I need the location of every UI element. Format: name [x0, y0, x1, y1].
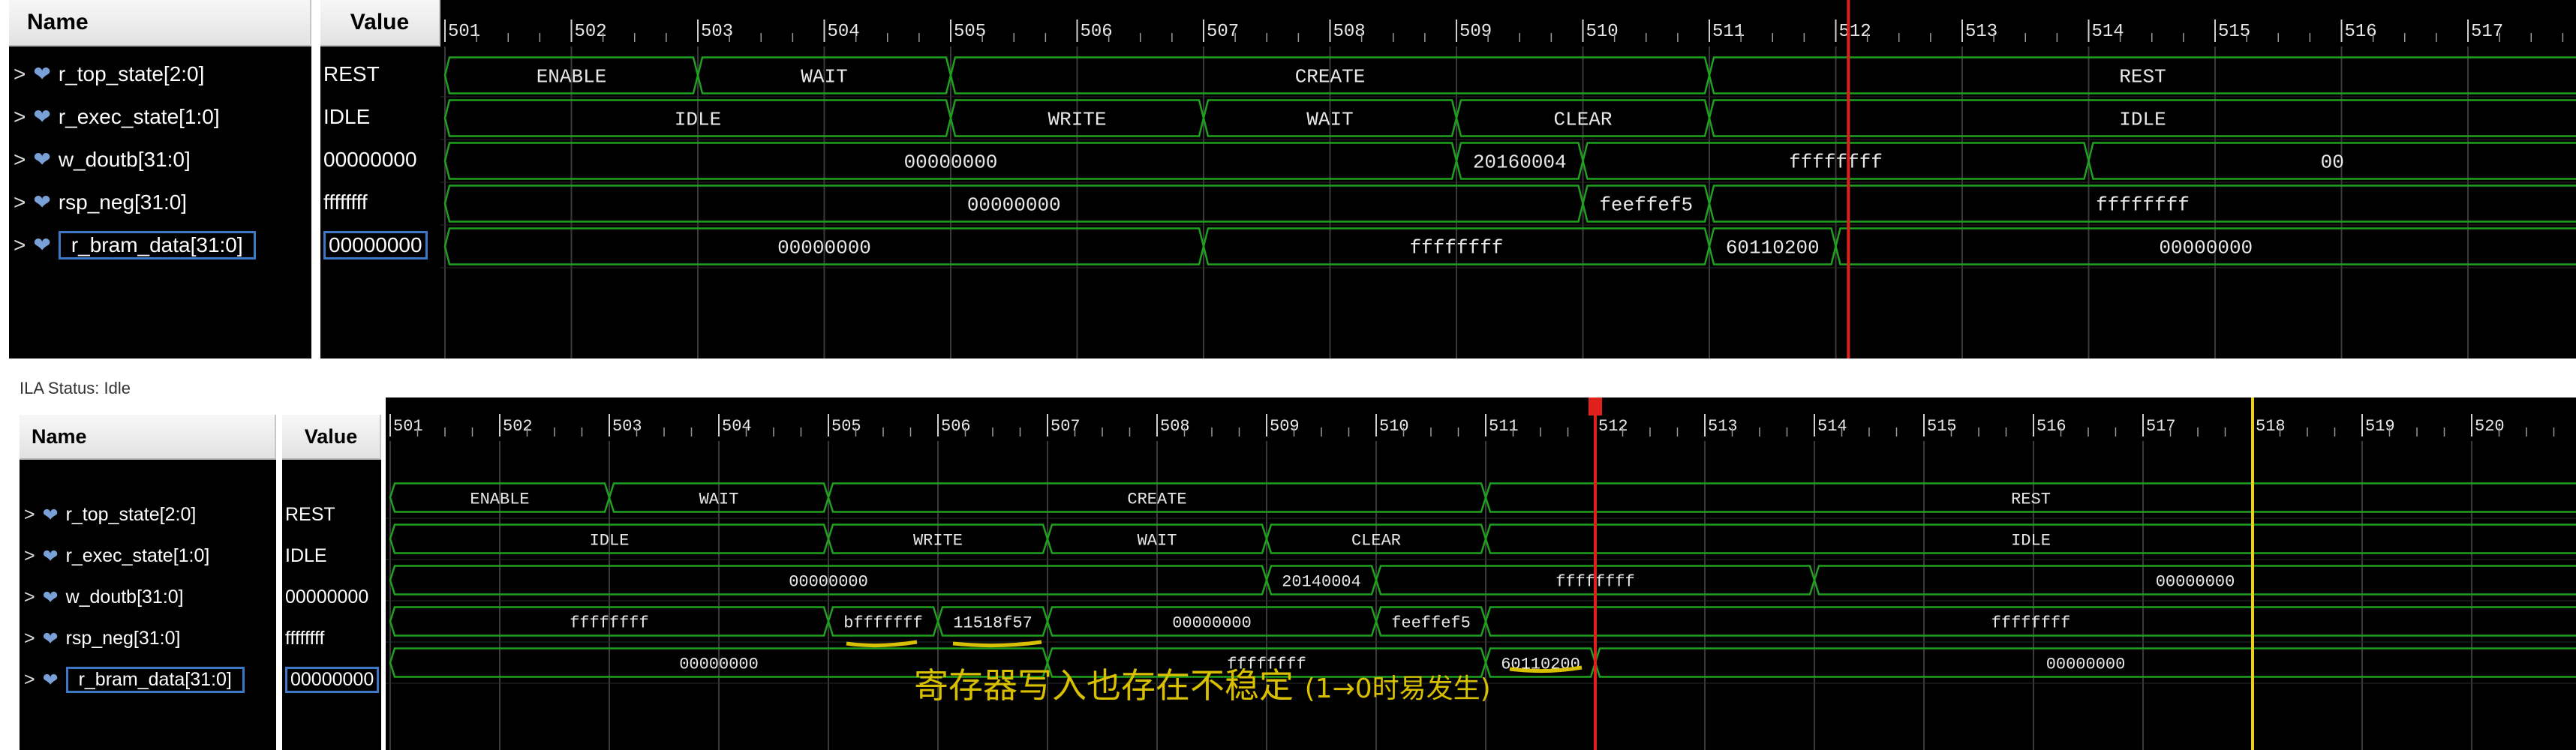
annotation-underlines — [846, 640, 1583, 674]
